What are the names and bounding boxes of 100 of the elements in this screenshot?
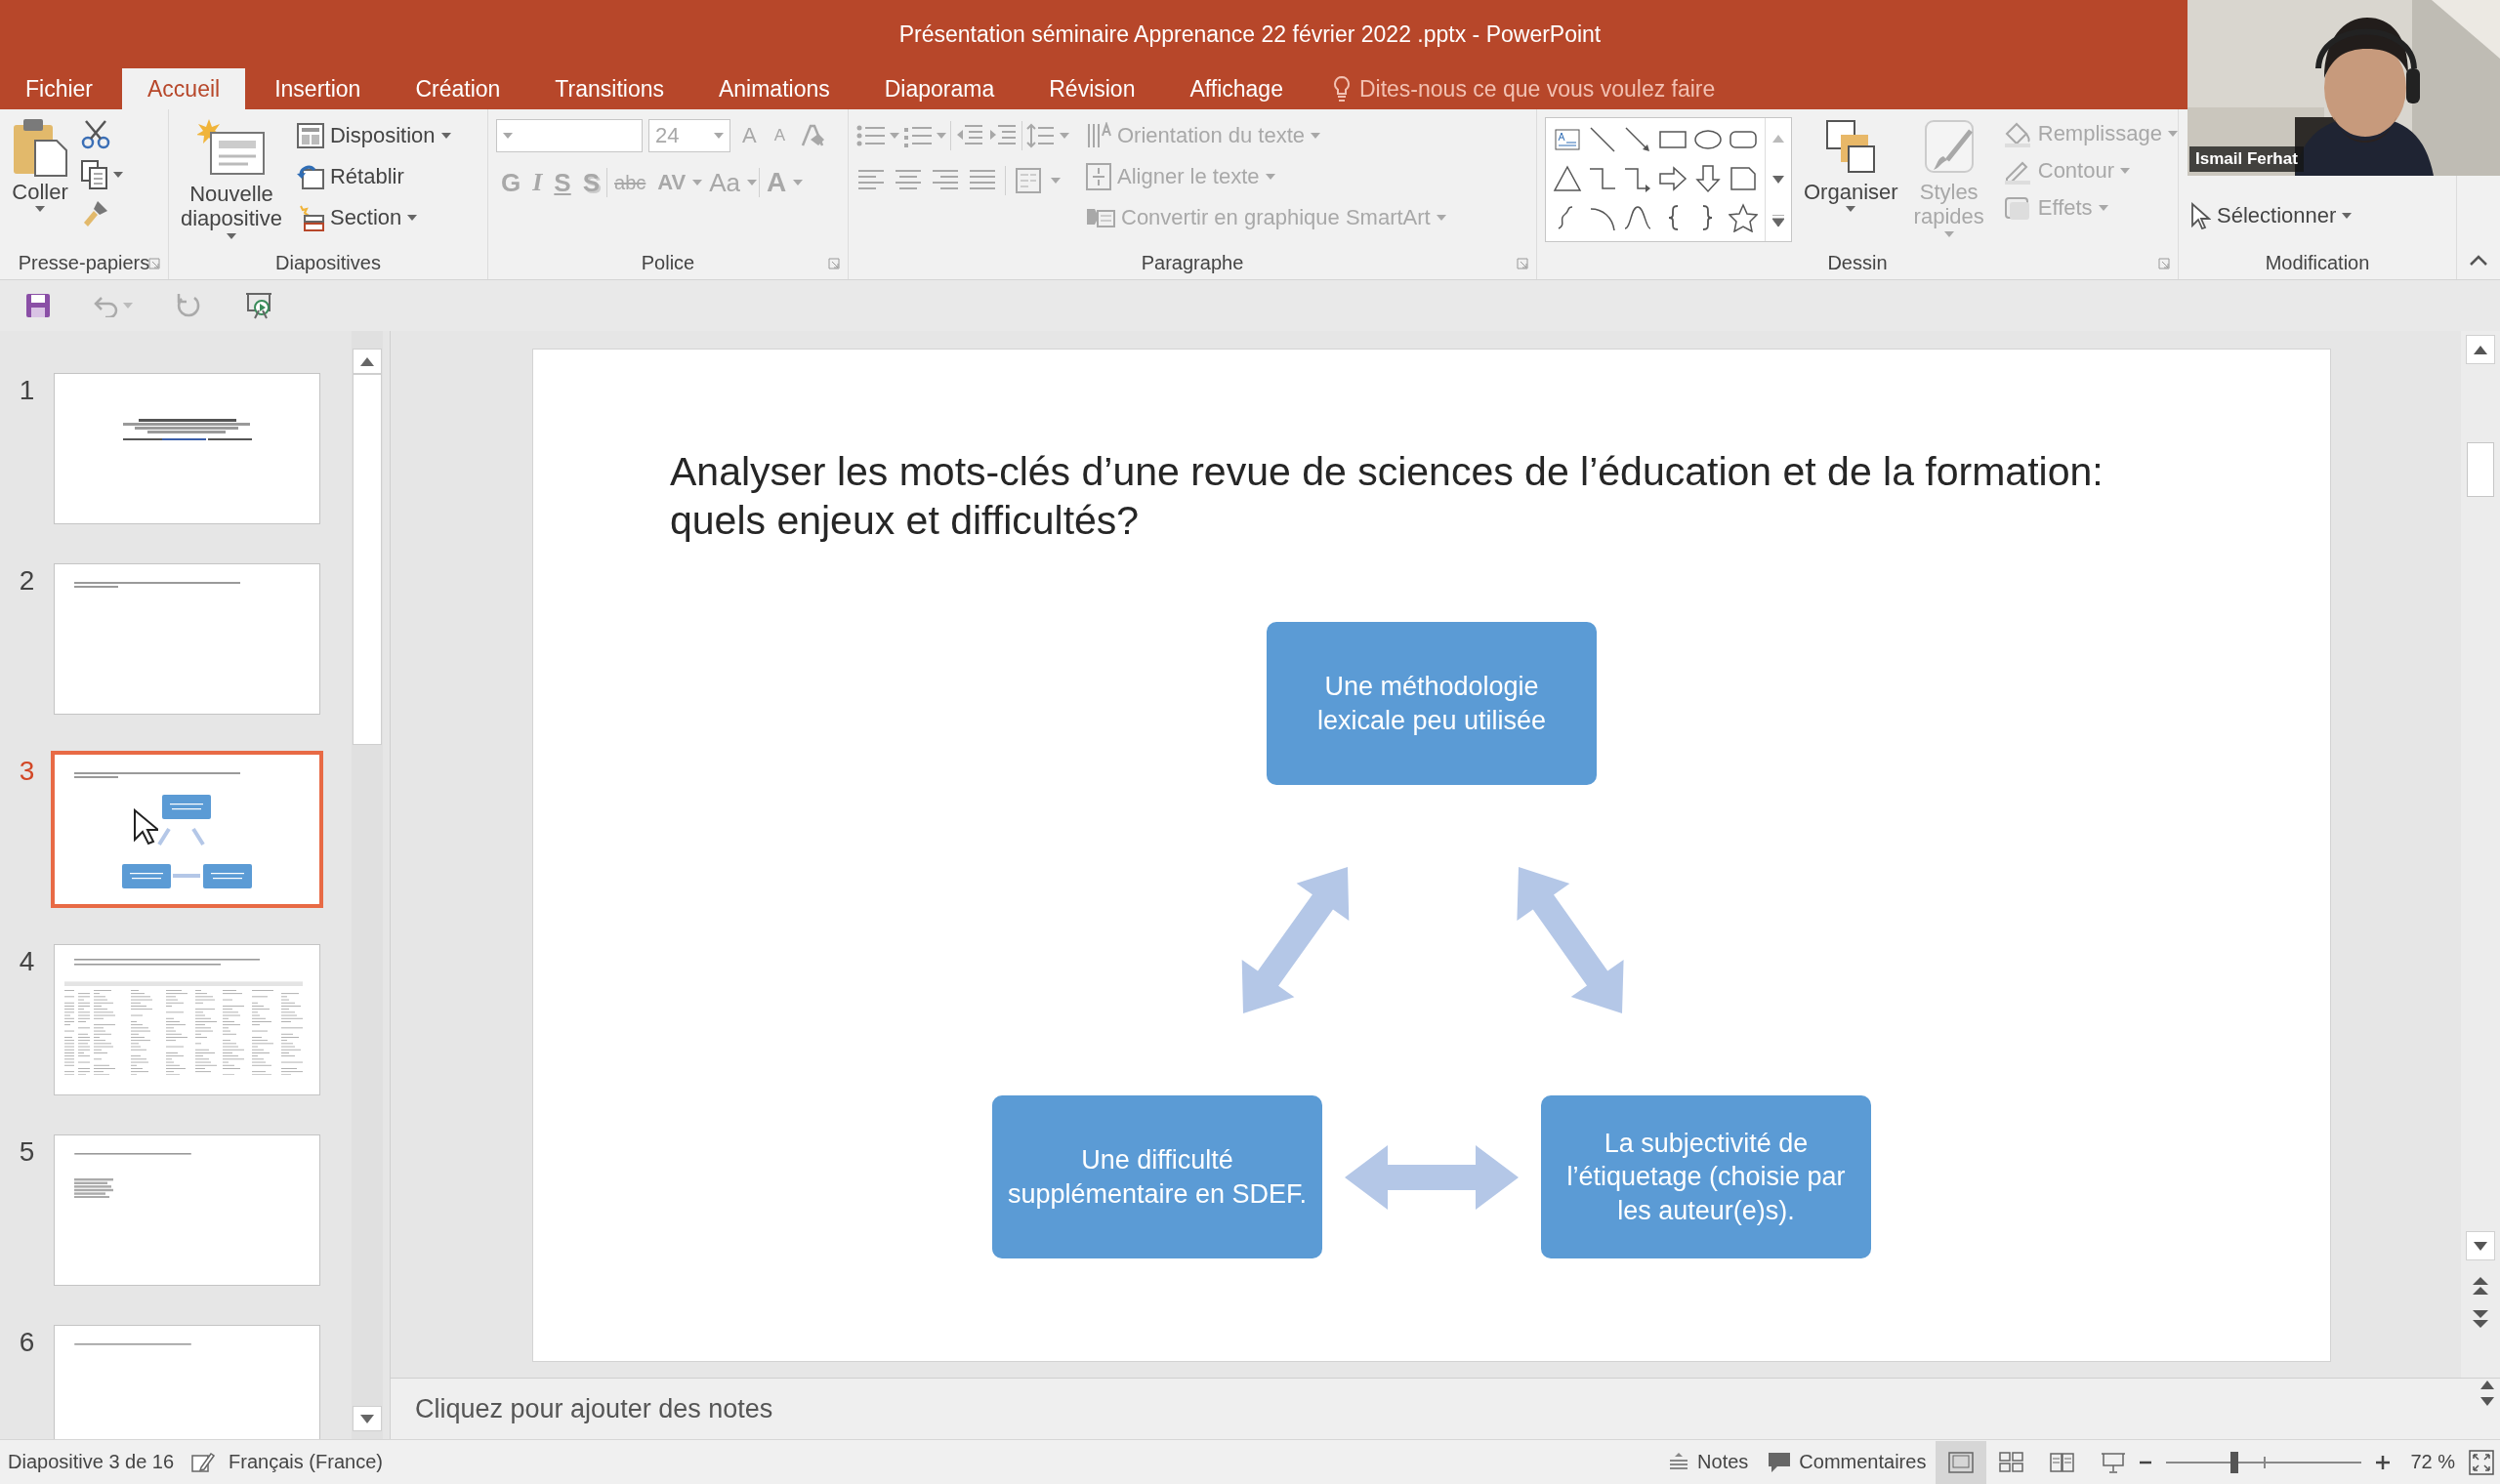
ribbon-tab[interactable]: Affichage <box>1164 68 1309 109</box>
save-icon[interactable] <box>25 293 51 318</box>
group-label: Police <box>641 251 695 274</box>
scroll-down-button[interactable] <box>353 1406 382 1431</box>
scroll-up-button[interactable] <box>353 349 382 374</box>
scroll-down-button[interactable] <box>2466 1231 2495 1260</box>
caret-icon <box>1943 230 1954 237</box>
ribbon-tab[interactable]: Révision <box>1023 68 1161 109</box>
fit-slide-icon[interactable] <box>2469 1449 2494 1475</box>
scroll-up-button[interactable] <box>2466 335 2495 364</box>
arrow-line-icon[interactable] <box>1623 125 1652 154</box>
slide-thumbnail[interactable] <box>54 563 320 715</box>
lightbulb-icon <box>1331 75 1352 103</box>
launcher-icon[interactable] <box>1517 258 1528 269</box>
previous-slide-icon[interactable] <box>2473 1276 2488 1296</box>
notes-button[interactable]: Notes <box>1658 1440 1759 1484</box>
slide-thumbnail[interactable] <box>54 373 320 524</box>
triangle-icon[interactable] <box>1553 164 1582 193</box>
language-label[interactable]: Français (France) <box>229 1451 383 1473</box>
participant-name: Ismail Ferhat <box>2189 146 2304 172</box>
group-label: Presse-papiers <box>18 251 150 274</box>
right-arrow-icon[interactable] <box>1658 164 1688 193</box>
caret-icon <box>1436 215 1446 221</box>
star-icon[interactable] <box>1729 203 1758 232</box>
text-direction-icon <box>1086 122 1111 149</box>
ribbon-tab[interactable]: Animations <box>692 68 855 109</box>
launcher-icon[interactable] <box>2158 258 2170 269</box>
scissors-icon[interactable] <box>80 119 111 150</box>
group-label: Diapositives <box>275 251 381 274</box>
paint-bucket-icon <box>2002 120 2032 147</box>
spelling-icon[interactable] <box>191 1451 216 1473</box>
diagram-box: La subjectivité de l’étiquetage (choisie par les auteur(e)s). <box>1541 1095 1871 1258</box>
scrollbar-thumb[interactable] <box>353 374 382 745</box>
slide-thumbnail[interactable] <box>51 751 323 908</box>
window-title: Présentation séminaire Apprenance 22 février 2022 .pptx - PowerPoint <box>898 21 1602 48</box>
slide-thumbnail[interactable] <box>54 944 320 1095</box>
line-icon[interactable] <box>1588 125 1617 154</box>
ribbon-tab[interactable]: Accueil <box>122 68 246 109</box>
pointer-icon <box>2189 202 2211 229</box>
ribbon-tab[interactable]: Fichier <box>0 68 118 109</box>
expand-icon <box>1772 215 1784 227</box>
notes-icon <box>1668 1452 1690 1472</box>
line-spacing-icon[interactable] <box>1026 123 1056 148</box>
reset-button[interactable]: Rétablir <box>293 156 454 197</box>
slide-thumbnail[interactable] <box>54 1134 320 1286</box>
slideshow-icon[interactable] <box>244 291 273 320</box>
new-slide-button[interactable]: Nouvelle diapositive <box>177 115 286 241</box>
next-slide-icon[interactable] <box>2473 1309 2488 1329</box>
caret-icon <box>793 180 804 186</box>
view-button[interactable] <box>1936 1440 1987 1484</box>
zoom-in-icon[interactable] <box>2375 1454 2392 1470</box>
section-button[interactable]: Section <box>293 197 454 238</box>
bullets-icon[interactable] <box>856 123 886 148</box>
slide-sorter-icon <box>1999 1451 2025 1473</box>
up-arrow-icon <box>360 356 374 366</box>
notes-placeholder: Cliquez pour ajouter des notes <box>415 1393 773 1424</box>
slide-thumbnail[interactable] <box>54 1325 320 1439</box>
select-button[interactable]: Sélectionner <box>2187 195 2355 236</box>
ribbon-tab[interactable]: Insertion <box>249 68 387 109</box>
caret-icon <box>2342 213 2353 219</box>
paste-button[interactable]: Coller <box>8 115 72 215</box>
effects-icon <box>2002 194 2032 222</box>
down-arrow-icon <box>2480 1397 2494 1406</box>
slide-title: Analyser les mots-clés d’une revue de sciences de l’éducation et de la formation: quels enjeux et difficultés? <box>670 448 2104 545</box>
ribbon-tab[interactable]: Diaporama <box>858 68 1021 109</box>
down-arrow-icon[interactable] <box>1693 164 1723 193</box>
layout-icon <box>296 123 324 148</box>
copy-icon[interactable] <box>80 159 109 190</box>
ribbon-tab[interactable]: Transitions <box>529 68 689 109</box>
normal-view-icon <box>1948 1451 1975 1473</box>
columns-icon[interactable] <box>1014 168 1043 193</box>
up-arrow-icon <box>2480 1381 2494 1389</box>
slide-number: 6 <box>18 1326 36 1359</box>
caret-icon <box>2120 168 2131 174</box>
cursor-icon <box>133 808 158 845</box>
tell-me-field[interactable]: Dites-nous ce que vous voulez faire <box>1358 75 1779 103</box>
notes-field[interactable]: Cliquez pour ajouter des notes <box>391 1378 2500 1439</box>
align-text-icon <box>1086 163 1111 190</box>
arrange-button[interactable]: Organiser <box>1800 115 1902 215</box>
scrollbar-thumb[interactable] <box>2467 442 2494 497</box>
collapse-ribbon-icon[interactable] <box>2469 254 2488 266</box>
caret-icon <box>407 215 418 221</box>
caret-icon <box>937 133 946 139</box>
slideshow-icon <box>2101 1451 2127 1473</box>
slider-thumb[interactable] <box>2230 1451 2239 1473</box>
caret-icon <box>1060 133 1069 139</box>
curve-icon[interactable] <box>1623 203 1652 232</box>
comments-button[interactable]: Commentaires <box>1758 1440 1937 1484</box>
down-arrow-icon <box>1772 176 1784 184</box>
flowchart-shape-icon[interactable] <box>1729 164 1758 193</box>
layout-button[interactable]: Disposition <box>293 115 454 156</box>
ribbon-tab[interactable]: Création <box>390 68 526 109</box>
launcher-icon[interactable] <box>148 258 160 269</box>
caret-icon <box>226 232 236 239</box>
launcher-icon[interactable] <box>828 258 840 269</box>
caret-icon <box>503 133 513 139</box>
caret-icon <box>113 172 123 178</box>
group-label: Dessin <box>1827 251 1888 274</box>
zoom-level[interactable]: 72 % <box>2410 1451 2455 1473</box>
slide-counter: Diapositive 3 de 16 <box>8 1451 175 1473</box>
